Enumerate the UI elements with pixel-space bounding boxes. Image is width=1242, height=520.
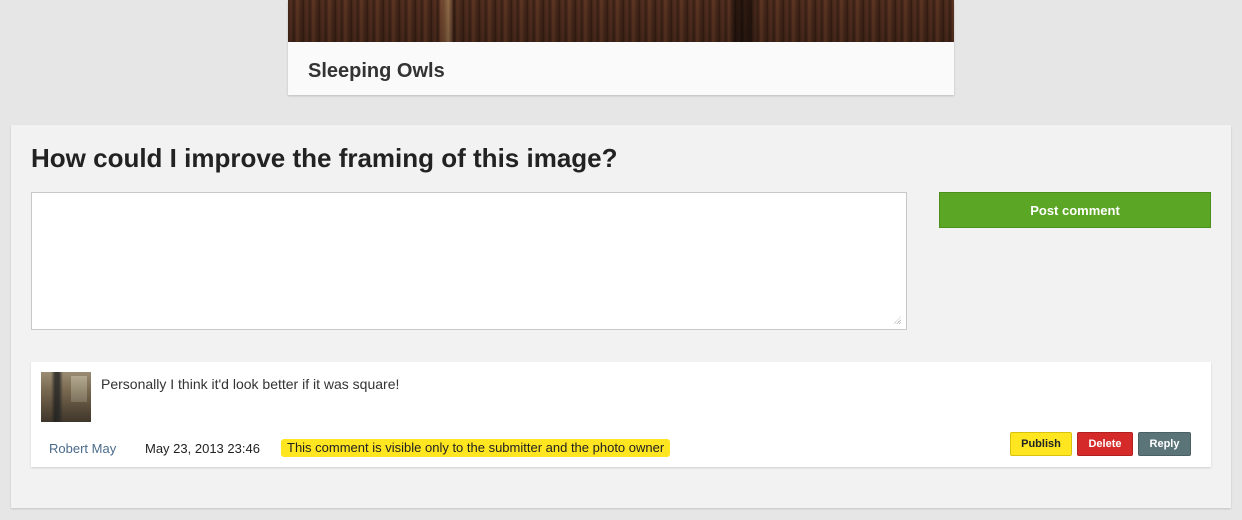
post-comment-button[interactable]: Post comment [939, 192, 1211, 228]
reply-button[interactable]: Reply [1138, 432, 1191, 456]
comments-panel: How could I improve the framing of this … [11, 125, 1231, 508]
resize-grip-icon[interactable] [891, 314, 901, 324]
visibility-badge: This comment is visible only to the subm… [281, 439, 671, 457]
photo-image[interactable] [288, 0, 954, 42]
comment-item: Personally I think it'd look better if i… [31, 362, 1211, 467]
comment-textarea[interactable] [31, 192, 907, 330]
avatar[interactable] [41, 372, 91, 422]
comment-author-link[interactable]: Robert May [49, 441, 116, 456]
question-title: How could I improve the framing of this … [31, 143, 618, 173]
publish-button[interactable]: Publish [1010, 432, 1072, 456]
delete-button[interactable]: Delete [1077, 432, 1133, 456]
comment-text: Personally I think it'd look better if i… [101, 376, 400, 392]
photo-card: Sleeping Owls [288, 0, 954, 95]
comment-date: May 23, 2013 23:46 [145, 441, 260, 456]
photo-title: Sleeping Owls [308, 60, 445, 82]
